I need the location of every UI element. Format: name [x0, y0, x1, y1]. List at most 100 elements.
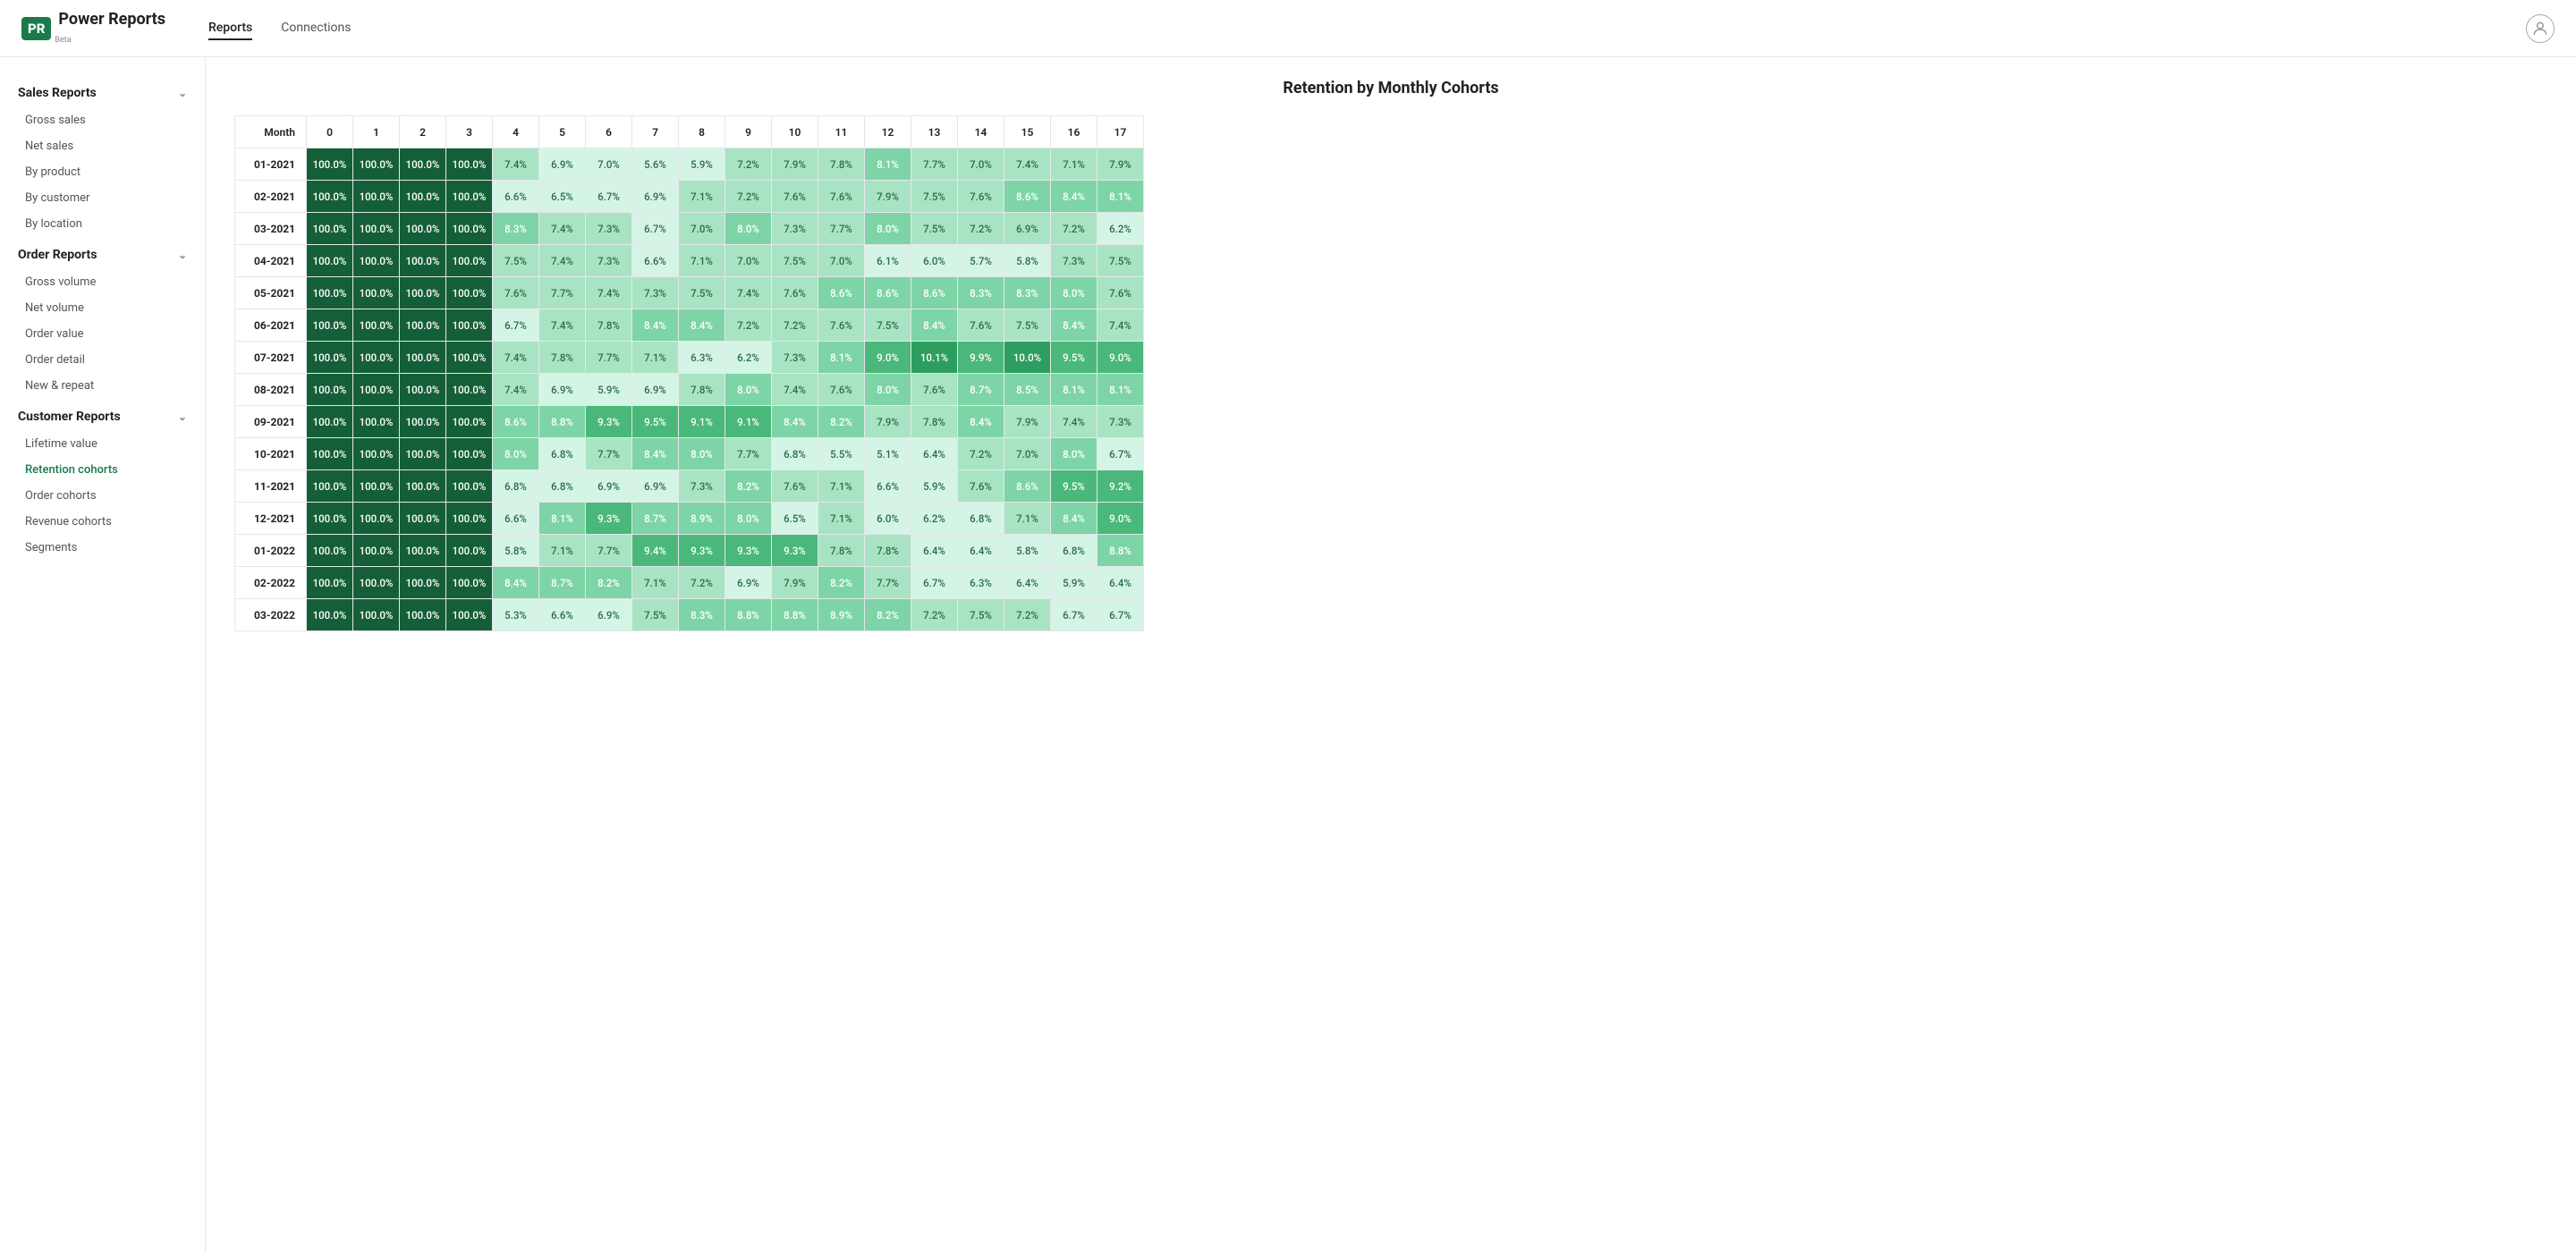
cohort-cell: 8.4%	[911, 309, 958, 342]
cohort-cell: 8.9%	[818, 599, 865, 631]
col-header-4: 4	[493, 116, 539, 148]
cohort-cell: 100.0%	[400, 406, 446, 438]
cohort-cell: 5.8%	[1004, 245, 1051, 277]
col-header-month: Month	[235, 116, 307, 148]
header-right	[2526, 14, 2555, 43]
cohort-cell: 7.0%	[725, 245, 772, 277]
cohort-cell: 7.9%	[772, 148, 818, 181]
sidebar-item-by-location[interactable]: By location	[0, 211, 205, 237]
cohort-cell: 100.0%	[353, 374, 400, 406]
cohort-cell: 7.4%	[725, 277, 772, 309]
cohort-cell: 6.5%	[539, 181, 586, 213]
sidebar-item-gross-volume[interactable]: Gross volume	[0, 269, 205, 295]
sidebar-item-revenue-cohorts[interactable]: Revenue cohorts	[0, 509, 205, 535]
main-nav: Reports Connections	[208, 17, 352, 40]
table-row: 04-2021100.0%100.0%100.0%100.0%7.5%7.4%7…	[235, 245, 1144, 277]
nav-connections[interactable]: Connections	[281, 17, 351, 40]
cohort-cell: 100.0%	[307, 535, 353, 567]
col-header-7: 7	[632, 116, 679, 148]
cohort-cell: 100.0%	[307, 406, 353, 438]
sidebar-item-net-volume[interactable]: Net volume	[0, 295, 205, 321]
cohort-cell: 7.4%	[1097, 309, 1144, 342]
sidebar-item-gross-sales[interactable]: Gross sales	[0, 107, 205, 133]
sidebar-item-by-customer[interactable]: By customer	[0, 185, 205, 211]
cohort-cell: 5.9%	[911, 470, 958, 503]
cohort-cell: 8.0%	[493, 438, 539, 470]
cohort-cell: 7.6%	[772, 470, 818, 503]
sidebar: Sales Reports ⌄ Gross sales Net sales By…	[0, 57, 206, 1252]
sidebar-item-segments[interactable]: Segments	[0, 535, 205, 561]
sidebar-section-customers[interactable]: Customer Reports ⌄	[0, 399, 205, 431]
cohort-cell: 7.3%	[586, 213, 632, 245]
cohort-cell: 8.1%	[865, 148, 911, 181]
sidebar-item-new-repeat[interactable]: New & repeat	[0, 373, 205, 399]
cohort-cell: 7.5%	[632, 599, 679, 631]
cohort-cell: 7.5%	[865, 309, 911, 342]
month-label-07-2021: 07-2021	[235, 342, 307, 374]
cohort-cell: 8.4%	[679, 309, 725, 342]
cohort-cell: 100.0%	[446, 374, 493, 406]
sidebar-item-order-value[interactable]: Order value	[0, 321, 205, 347]
cohort-cell: 6.9%	[586, 470, 632, 503]
cohort-cell: 7.4%	[493, 342, 539, 374]
cohort-cell: 7.8%	[865, 535, 911, 567]
month-label-01-2021: 01-2021	[235, 148, 307, 181]
user-icon[interactable]	[2526, 14, 2555, 43]
cohort-cell: 9.5%	[1051, 470, 1097, 503]
cohort-cell: 100.0%	[307, 342, 353, 374]
cohort-cell: 7.1%	[818, 503, 865, 535]
table-row: 06-2021100.0%100.0%100.0%100.0%6.7%7.4%7…	[235, 309, 1144, 342]
cohort-cell: 8.6%	[1004, 181, 1051, 213]
col-header-9: 9	[725, 116, 772, 148]
cohort-cell: 5.6%	[632, 148, 679, 181]
cohort-cell: 9.5%	[632, 406, 679, 438]
cohort-cell: 7.4%	[493, 374, 539, 406]
cohort-cell: 100.0%	[307, 374, 353, 406]
cohort-cell: 8.6%	[911, 277, 958, 309]
cohort-cell: 6.5%	[772, 503, 818, 535]
sidebar-section-sales[interactable]: Sales Reports ⌄	[0, 75, 205, 107]
cohort-cell: 7.0%	[586, 148, 632, 181]
cohort-cell: 7.1%	[679, 245, 725, 277]
cohort-cell: 7.5%	[679, 277, 725, 309]
cohort-cell: 8.4%	[493, 567, 539, 599]
sidebar-item-order-detail[interactable]: Order detail	[0, 347, 205, 373]
cohort-cell: 7.1%	[632, 342, 679, 374]
cohort-cell: 6.3%	[958, 567, 1004, 599]
col-header-11: 11	[818, 116, 865, 148]
sidebar-section-orders[interactable]: Order Reports ⌄	[0, 237, 205, 269]
chevron-down-icon: ⌄	[178, 410, 187, 423]
cohort-cell: 100.0%	[307, 567, 353, 599]
cohort-cell: 9.0%	[865, 342, 911, 374]
cohort-cell: 100.0%	[446, 181, 493, 213]
cohort-cell: 8.3%	[679, 599, 725, 631]
sidebar-item-retention-cohorts[interactable]: Retention cohorts	[0, 457, 205, 483]
cohort-cell: 100.0%	[446, 567, 493, 599]
cohort-cell: 8.8%	[1097, 535, 1144, 567]
cohort-cell: 100.0%	[400, 245, 446, 277]
cohort-cell: 100.0%	[307, 181, 353, 213]
cohort-cell: 6.8%	[1051, 535, 1097, 567]
sidebar-item-lifetime-value[interactable]: Lifetime value	[0, 431, 205, 457]
cohort-cell: 7.3%	[1051, 245, 1097, 277]
cohort-cell: 9.3%	[725, 535, 772, 567]
nav-reports[interactable]: Reports	[208, 17, 252, 40]
cohort-cell: 100.0%	[446, 599, 493, 631]
cohort-cell: 7.2%	[958, 438, 1004, 470]
sidebar-item-by-product[interactable]: By product	[0, 159, 205, 185]
sidebar-item-order-cohorts[interactable]: Order cohorts	[0, 483, 205, 509]
cohort-cell: 100.0%	[446, 470, 493, 503]
cohort-cell: 8.7%	[958, 374, 1004, 406]
cohort-cell: 7.3%	[772, 342, 818, 374]
cohort-cell: 8.4%	[632, 438, 679, 470]
cohort-cell: 7.7%	[911, 148, 958, 181]
cohort-cell: 100.0%	[400, 503, 446, 535]
cohort-cell: 100.0%	[353, 438, 400, 470]
cohort-cell: 9.9%	[958, 342, 1004, 374]
cohort-cell: 6.4%	[1097, 567, 1144, 599]
cohort-cell: 8.7%	[632, 503, 679, 535]
cohort-cell: 6.7%	[586, 181, 632, 213]
cohort-cell: 7.5%	[772, 245, 818, 277]
table-row: 07-2021100.0%100.0%100.0%100.0%7.4%7.8%7…	[235, 342, 1144, 374]
sidebar-item-net-sales[interactable]: Net sales	[0, 133, 205, 159]
